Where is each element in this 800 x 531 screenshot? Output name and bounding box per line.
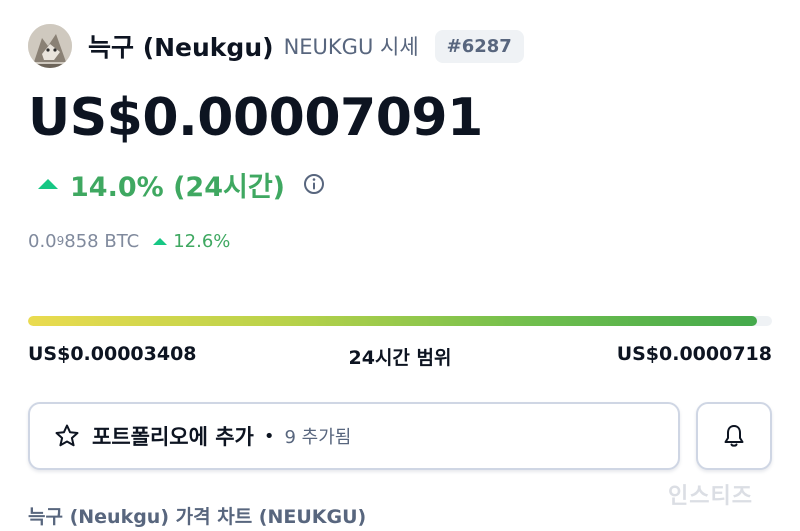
btc-price-suffix: 858 BTC (64, 230, 140, 252)
price-alert-button[interactable] (696, 402, 772, 470)
caret-up-icon (38, 179, 58, 189)
coin-header: 늑구 (Neukgu) NEUKGU 시세 #6287 (28, 24, 524, 68)
separator-dot: • (263, 425, 275, 447)
info-icon[interactable] (303, 173, 325, 195)
btc-change: 12.6% (173, 230, 231, 252)
range-bar-track (28, 316, 772, 326)
chart-section-title: 늑구 (Neukgu) 가격 차트 (NEUKGU) (28, 506, 367, 528)
star-icon (55, 424, 79, 447)
range-bar-fill (28, 316, 758, 326)
rank-badge: #6287 (434, 29, 524, 63)
price-usd: US$0.00007091 (28, 88, 483, 148)
price-change-row: 14.0% (24시간) (38, 166, 325, 203)
watermark: 인스티즈 (668, 484, 753, 509)
range-labels: US$0.00003408 24시간 범위 US$0.0000718 (28, 343, 772, 371)
added-count: 9 추가됨 (284, 427, 352, 448)
wolf-avatar-icon (28, 24, 72, 68)
caret-up-small-icon (153, 237, 168, 245)
add-to-portfolio-button[interactable]: 포트폴리오에 추가 • 9 추가됨 (28, 402, 680, 470)
btc-price-prefix: 0.0 (28, 230, 57, 252)
bell-icon (724, 425, 744, 447)
coin-name: 늑구 (Neukgu) (88, 33, 274, 62)
price-change-24h: 14.0% (24시간) (70, 171, 286, 203)
portfolio-label: 포트폴리오에 추가 (92, 425, 254, 449)
btc-price-row: 0.0 9 858 BTC 12.6% (28, 228, 230, 254)
coin-symbol: NEUKGU 시세 (283, 35, 419, 59)
range-high: US$0.0000718 (616, 343, 772, 365)
btc-price-zero-count: 9 (56, 234, 65, 248)
